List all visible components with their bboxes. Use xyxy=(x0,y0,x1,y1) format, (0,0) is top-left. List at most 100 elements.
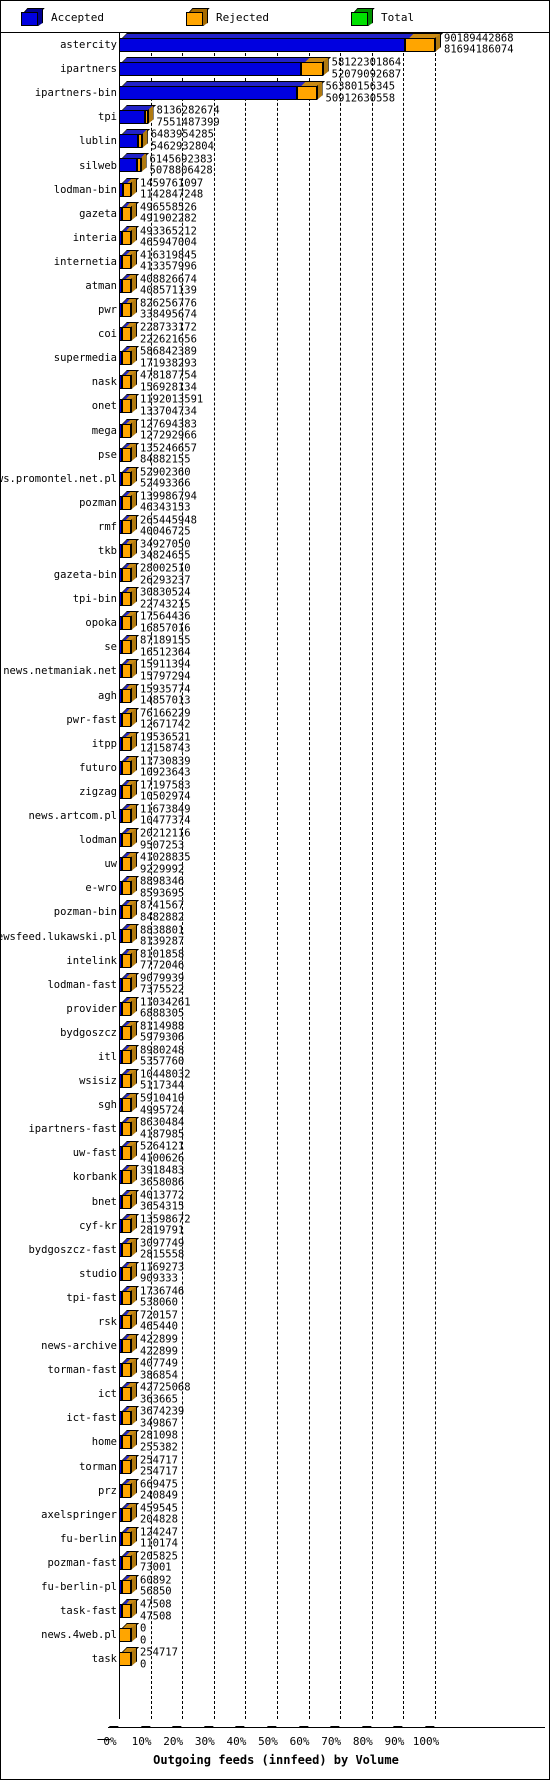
bar-segment-rejected xyxy=(136,158,141,173)
category-label: home xyxy=(91,1436,117,1449)
table-row: tkb 34927050 34824655 xyxy=(1,539,549,563)
bar-segment-rejected xyxy=(122,833,131,848)
category-label: rsk xyxy=(98,1316,117,1329)
bar xyxy=(119,1141,139,1161)
category-label: rmf xyxy=(98,520,117,533)
table-row: bydgoszcz-fast 3097749 2815558 xyxy=(1,1237,549,1262)
category-label: bydgoszcz xyxy=(60,1026,117,1039)
bar xyxy=(119,804,139,823)
bar xyxy=(119,707,139,727)
value-accepted: 255382 xyxy=(140,1441,178,1454)
bar-container: 28002510 26293237 xyxy=(119,563,435,587)
category-label: torman-fast xyxy=(47,1364,117,1377)
x-tick-label: 60% xyxy=(289,1735,310,1748)
cube-icon xyxy=(21,8,45,26)
bar-container: 139986794 46343153 xyxy=(119,491,435,515)
bar-container: 478187754 156928134 xyxy=(119,370,435,394)
bar-value-labels: 8980248 5357760 xyxy=(140,1045,184,1069)
category-label: mega xyxy=(91,424,117,437)
bar-value-labels: 8136282674 7551487399 xyxy=(156,105,220,129)
category-label: axelspringer xyxy=(41,1508,117,1521)
cube-icon xyxy=(186,8,210,26)
value-accepted: 10502974 xyxy=(140,790,191,803)
bar-top-face xyxy=(122,33,443,38)
table-row: tpi-bin 30830524 22743215 xyxy=(1,587,549,611)
bar-value-labels: 6145692383 5078806428 xyxy=(149,153,213,177)
table-row: ipartners-bin 56380156345 50912630558 xyxy=(1,81,549,105)
value-accepted: 47508 xyxy=(140,1610,172,1623)
bar-container: 34927050 34824655 xyxy=(119,539,435,563)
bar-value-labels: 11034261 6888305 xyxy=(140,996,191,1020)
value-accepted: 7551487399 xyxy=(156,116,220,129)
bar xyxy=(119,225,139,245)
bar xyxy=(119,1502,139,1522)
bar-container: 6145692383 5078806428 xyxy=(119,153,435,177)
category-label: lublin xyxy=(79,135,117,148)
bar-container: 124247 110174 xyxy=(119,1527,435,1551)
bar xyxy=(119,57,331,77)
bar-top-face xyxy=(122,81,325,87)
category-label: coi xyxy=(98,328,117,341)
bar xyxy=(119,442,139,462)
bar-segment-accepted xyxy=(119,158,137,173)
bar-value-labels: 416319845 413357996 xyxy=(140,250,197,273)
category-label: itpp xyxy=(91,737,117,750)
bar-value-labels: 127694383 127292966 xyxy=(140,418,197,442)
category-label: pozman xyxy=(79,496,117,509)
value-accepted: 2819791 xyxy=(140,1224,185,1237)
value-accepted: 222621656 xyxy=(140,333,197,346)
value-accepted: 73001 xyxy=(140,1561,172,1574)
table-row: astercity 90189442868 81694186074 xyxy=(1,33,549,57)
bar xyxy=(119,996,139,1016)
category-label: lodman-bin xyxy=(53,183,117,196)
category-label: pse xyxy=(98,448,117,461)
bar-container: 10448032 5117344 xyxy=(119,1069,435,1093)
bar-segment-rejected xyxy=(122,977,131,992)
category-label: sgh xyxy=(98,1099,117,1112)
chart-legend: Accepted Rejected Total xyxy=(1,1,549,33)
bar-value-labels: 228733172 222621656 xyxy=(140,322,197,346)
bar-value-labels: 205825 73001 xyxy=(140,1551,178,1575)
bar-segment-rejected xyxy=(138,134,142,149)
bar-rows: astercity 90189442868 81694186074 ipartners… xyxy=(0,33,549,1671)
bar-segment-rejected xyxy=(122,1049,131,1064)
bar xyxy=(119,1189,139,1209)
table-row: pwr-fast 76166229 12671742 xyxy=(1,707,549,732)
category-label: pozman-bin xyxy=(53,906,117,919)
bar xyxy=(119,33,443,52)
legend-item-rejected: Rejected xyxy=(176,1,269,33)
table-row: news.promontel.net.pl 5290236052493366 xyxy=(1,466,549,491)
bar-segment-rejected xyxy=(122,712,131,727)
value-accepted: 56850 xyxy=(140,1586,172,1599)
table-row: onet 1192013591 133704734 xyxy=(1,394,549,418)
table-row: mega 127694383 127292966 xyxy=(1,418,549,443)
bar-segment-rejected xyxy=(122,1531,131,1546)
table-row: news-archive 422899 422899 xyxy=(1,1334,549,1358)
bar-value-labels: 87189155 16512364 xyxy=(140,635,191,659)
category-label: pozman-fast xyxy=(47,1556,117,1569)
bar-container: 408826674 408571139 xyxy=(119,274,435,298)
category-label: ipartners-bin xyxy=(34,87,117,100)
category-label: newsfeed.lukawski.pl xyxy=(0,930,117,943)
bar-container: 493365212 465947004 xyxy=(119,225,435,250)
category-label: tpi-bin xyxy=(72,593,117,606)
bar xyxy=(119,418,139,438)
category-label: news.netmaniak.net xyxy=(3,665,117,678)
bar-segment-rejected xyxy=(122,375,131,390)
bar xyxy=(119,273,139,293)
bar-value-labels: 1169273 909333 xyxy=(140,1262,184,1285)
category-label: studio xyxy=(79,1267,117,1280)
category-label: ict xyxy=(98,1388,117,1401)
value-accepted: 7772046 xyxy=(140,959,185,972)
value-accepted: 4100626 xyxy=(140,1152,185,1165)
bar-value-labels: 459545 204828 xyxy=(140,1502,178,1526)
category-label: pwr xyxy=(98,304,117,317)
bar-container: 254717 0 xyxy=(119,1647,435,1671)
bar-container: 47508 47508 xyxy=(119,1599,435,1623)
bar xyxy=(119,972,139,992)
bar-segment-rejected xyxy=(122,1266,131,1281)
table-row: internetia 416319845 413357996 xyxy=(1,250,549,274)
value-accepted: 5078806428 xyxy=(149,164,213,177)
bar-container: 17197583 10502974 xyxy=(119,780,435,804)
bar xyxy=(119,635,139,655)
